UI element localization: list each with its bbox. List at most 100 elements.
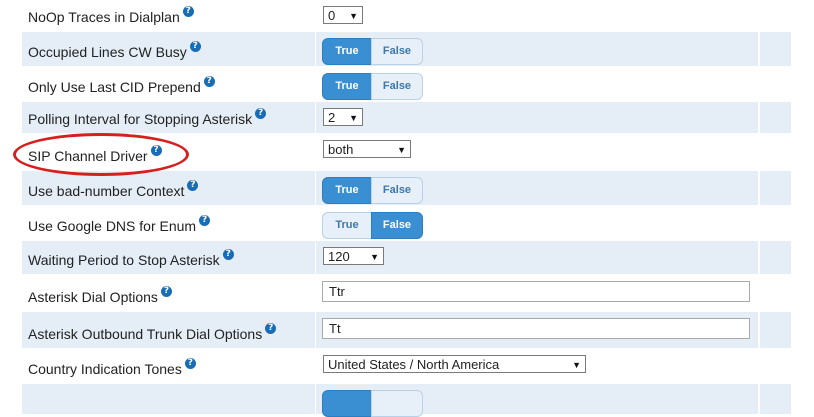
- row-end-cell: [760, 206, 791, 240]
- setting-label-cell: Occupied Lines CW Busy?: [22, 32, 316, 66]
- setting-value-cell: True False: [316, 32, 759, 66]
- toggle-false-button[interactable]: False: [371, 177, 423, 204]
- row-end-cell: [760, 134, 791, 170]
- toggle-true-button[interactable]: True: [322, 38, 372, 65]
- caret-down-icon: ▼: [349, 113, 358, 123]
- help-icon[interactable]: ?: [150, 145, 162, 156]
- row-end-cell: [760, 67, 791, 101]
- setting-label: Occupied Lines CW Busy?: [28, 41, 201, 60]
- settings-row: [0, 384, 814, 417]
- setting-label: Use Google DNS for Enum?: [28, 215, 211, 234]
- toggle-true-button[interactable]: True: [322, 212, 372, 239]
- setting-text-input[interactable]: Ttr: [322, 281, 750, 302]
- select-value: United States / North America: [328, 357, 500, 372]
- help-icon[interactable]: ?: [182, 6, 194, 17]
- toggle-false-button[interactable]: [371, 390, 423, 417]
- row-end-cell: [760, 241, 791, 274]
- true-false-toggle: [322, 390, 423, 417]
- caret-down-icon: ▼: [349, 11, 358, 21]
- settings-row: NoOp Traces in Dialplan? 0 ▼: [0, 0, 814, 31]
- advanced-settings-table: NoOp Traces in Dialplan? 0 ▼ Occupied Lines…: [0, 0, 814, 417]
- setting-label-text: Polling Interval for Stopping Asterisk: [28, 111, 253, 127]
- help-icon[interactable]: ?: [184, 358, 196, 369]
- true-false-toggle: True False: [322, 38, 423, 65]
- setting-label-cell: Only Use Last CID Prepend?: [22, 67, 316, 101]
- help-icon[interactable]: ?: [160, 286, 172, 297]
- setting-label-cell: Use bad-number Context?: [22, 171, 316, 205]
- settings-row: Asterisk Dial Options? Ttr: [0, 275, 814, 311]
- setting-label-text: Country Indication Tones: [28, 361, 182, 377]
- setting-text-input[interactable]: Tt: [322, 318, 750, 339]
- setting-label: SIP Channel Driver?: [28, 145, 162, 164]
- setting-label: Waiting Period to Stop Asterisk?: [28, 249, 234, 268]
- setting-select[interactable]: 0 ▼: [323, 6, 363, 24]
- setting-label-text: Only Use Last CID Prepend: [28, 79, 201, 95]
- setting-label-cell: [22, 384, 316, 414]
- settings-row: Country Indication Tones? United States /…: [0, 349, 814, 383]
- toggle-false-button[interactable]: False: [371, 212, 423, 239]
- toggle-true-button[interactable]: True: [322, 177, 372, 204]
- setting-label-text: Waiting Period to Stop Asterisk: [28, 252, 220, 268]
- setting-value-cell: [316, 384, 759, 417]
- true-false-toggle: True False: [322, 212, 423, 239]
- setting-label-text: Use Google DNS for Enum: [28, 218, 197, 234]
- setting-value-cell: True False: [316, 206, 759, 240]
- setting-select[interactable]: 2 ▼: [323, 108, 363, 126]
- help-icon[interactable]: ?: [222, 249, 234, 260]
- select-value: both: [328, 142, 354, 157]
- row-end-cell: [760, 32, 791, 66]
- row-end-cell: [760, 384, 791, 414]
- help-icon[interactable]: ?: [265, 323, 277, 334]
- setting-label: Polling Interval for Stopping Asterisk?: [28, 108, 267, 127]
- select-value: 120: [328, 249, 350, 264]
- setting-label-cell: Country Indication Tones?: [22, 349, 316, 383]
- setting-value-cell: True False: [316, 67, 759, 101]
- row-end-cell: [760, 0, 791, 31]
- setting-label-cell: Use Google DNS for Enum?: [22, 206, 316, 240]
- setting-label-cell: Polling Interval for Stopping Asterisk?: [22, 102, 316, 133]
- setting-label: Asterisk Outbound Trunk Dial Options?: [28, 323, 277, 342]
- setting-select[interactable]: both ▼: [323, 140, 411, 158]
- settings-row: Only Use Last CID Prepend? True False: [0, 67, 814, 101]
- settings-row: SIP Channel Driver? both ▼: [0, 134, 814, 170]
- row-end-cell: [760, 312, 791, 348]
- help-icon[interactable]: ?: [203, 76, 215, 87]
- setting-value-cell: Ttr: [316, 275, 759, 311]
- setting-label-cell: NoOp Traces in Dialplan?: [22, 0, 316, 31]
- row-end-cell: [760, 349, 791, 383]
- toggle-true-button[interactable]: [322, 390, 372, 417]
- setting-value-cell: 120 ▼: [316, 241, 759, 274]
- setting-value-cell: Tt: [316, 312, 759, 348]
- settings-row: Occupied Lines CW Busy? True False: [0, 32, 814, 66]
- caret-down-icon: ▼: [370, 252, 379, 262]
- setting-select[interactable]: 120 ▼: [323, 247, 384, 265]
- toggle-false-button[interactable]: False: [371, 73, 423, 100]
- setting-label-text: Occupied Lines CW Busy: [28, 44, 187, 60]
- setting-label-cell: SIP Channel Driver?: [22, 134, 316, 170]
- setting-label: Asterisk Dial Options?: [28, 286, 172, 305]
- setting-label: Use bad-number Context?: [28, 180, 199, 199]
- toggle-false-button[interactable]: False: [371, 38, 423, 65]
- select-value: 2: [328, 110, 336, 125]
- setting-value-cell: 2 ▼: [316, 102, 759, 133]
- caret-down-icon: ▼: [397, 145, 406, 155]
- setting-label-text: SIP Channel Driver: [28, 148, 148, 164]
- setting-label-text: Use bad-number Context: [28, 183, 185, 199]
- caret-down-icon: ▼: [572, 360, 581, 370]
- setting-value-cell: United States / North America ▼: [316, 349, 759, 383]
- settings-row: Use Google DNS for Enum? True False: [0, 206, 814, 240]
- setting-label-text: Asterisk Outbound Trunk Dial Options: [28, 326, 263, 342]
- setting-value-cell: 0 ▼: [316, 0, 759, 31]
- setting-value-cell: both ▼: [316, 134, 759, 170]
- setting-label: Country Indication Tones?: [28, 358, 196, 377]
- true-false-toggle: True False: [322, 177, 423, 204]
- help-icon[interactable]: ?: [255, 108, 267, 119]
- settings-row: Polling Interval for Stopping Asterisk? 2…: [0, 102, 814, 133]
- setting-select[interactable]: United States / North America ▼: [323, 355, 586, 373]
- setting-label-cell: Asterisk Outbound Trunk Dial Options?: [22, 312, 316, 348]
- help-icon[interactable]: ?: [199, 215, 211, 226]
- help-icon[interactable]: ?: [189, 41, 201, 52]
- help-icon[interactable]: ?: [187, 180, 199, 191]
- toggle-true-button[interactable]: True: [322, 73, 372, 100]
- row-end-cell: [760, 102, 791, 133]
